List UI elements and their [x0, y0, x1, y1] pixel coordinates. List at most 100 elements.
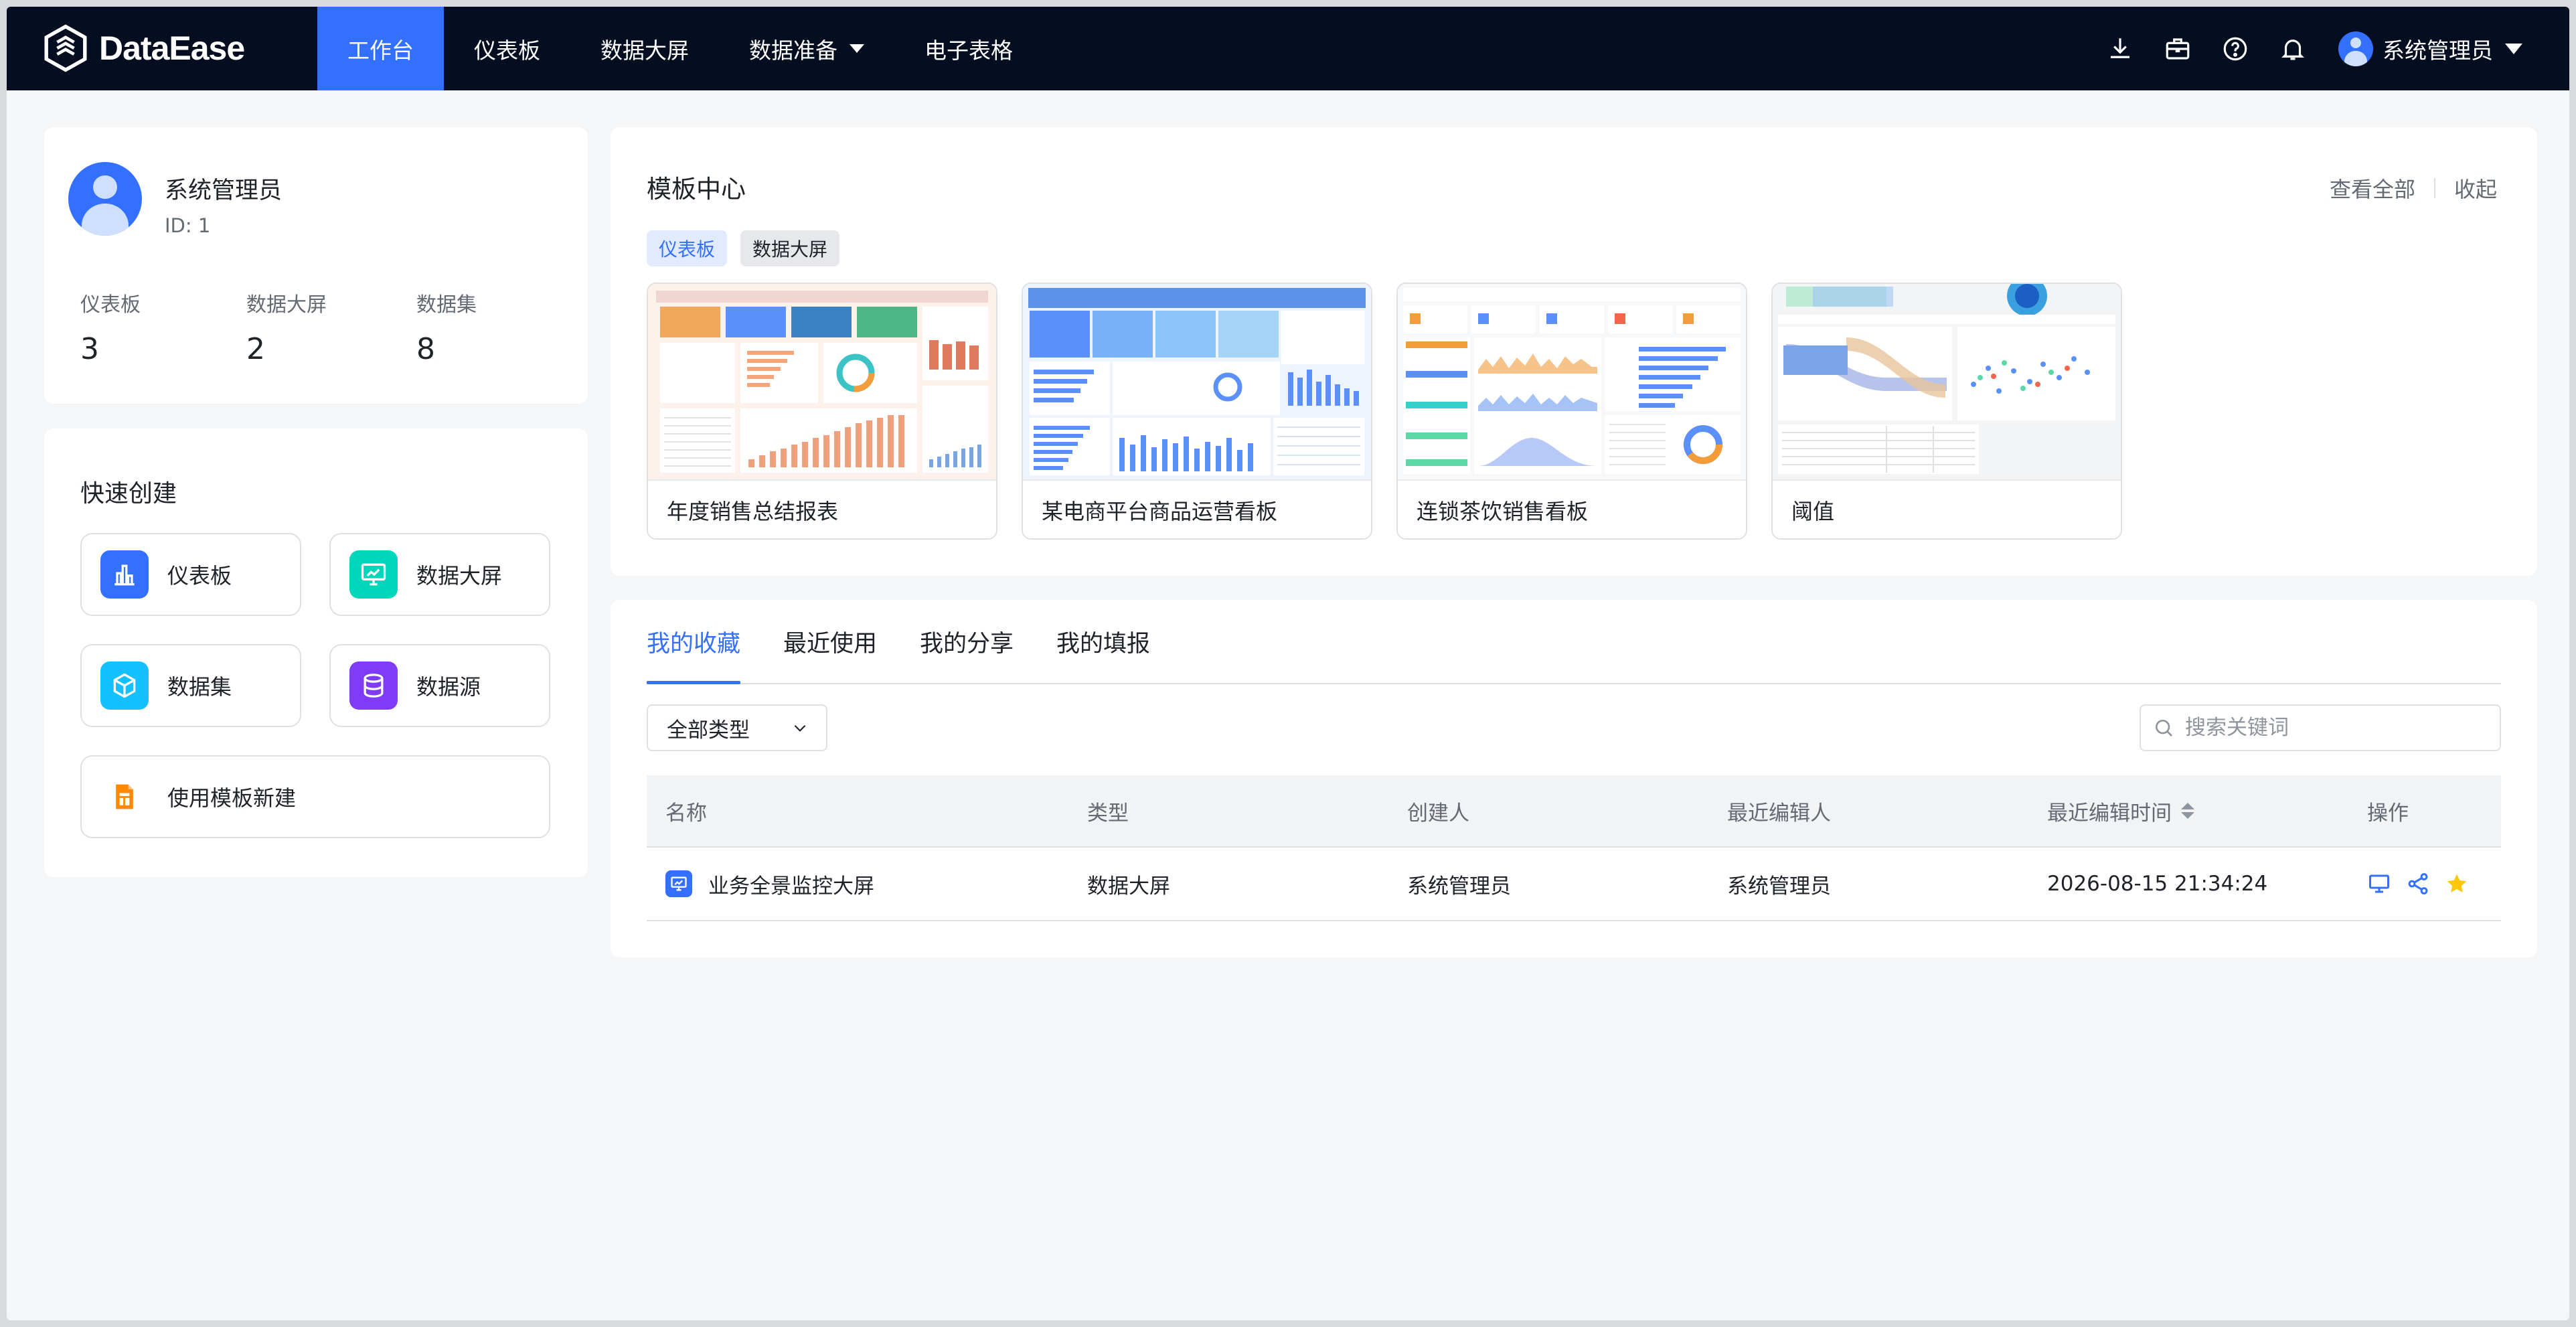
bell-icon[interactable]: [2277, 33, 2309, 65]
avatar: [68, 162, 142, 236]
table-header: 名称 类型 创建人 最近编辑人 最近编辑时间 操作: [647, 775, 2501, 848]
avatar: [2338, 31, 2373, 66]
caret-down-icon: [850, 44, 864, 53]
nav-workbench[interactable]: 工作台: [317, 7, 444, 90]
tab-favorites[interactable]: 我的收藏: [647, 600, 741, 684]
table-row[interactable]: 业务全景监控大屏 数据大屏 系统管理员 系统管理员 2026-08-15 21:…: [647, 848, 2501, 921]
quick-label: 使用模板新建: [167, 785, 297, 811]
stat-value: 8: [416, 332, 435, 366]
profile-name: 系统管理员: [165, 177, 283, 204]
template-actions: 查看全部 收起: [2330, 173, 2497, 204]
caret-down-icon: [2505, 43, 2522, 54]
quick-label: 数据大屏: [416, 563, 503, 589]
create-datasource-button[interactable]: 数据源: [329, 644, 550, 727]
template-tags: 仪表板 数据大屏: [647, 230, 853, 266]
template-list: 年度销售总结报表 某电商平台商品运营看板 连锁茶饮销售看板 阈值: [647, 283, 2146, 540]
tab-recent[interactable]: 最近使用: [783, 600, 877, 683]
type-filter-value: 全部类型: [667, 718, 750, 743]
template-card[interactable]: 年度销售总结报表: [647, 283, 997, 540]
create-from-template-button[interactable]: 使用模板新建: [80, 755, 550, 838]
template-name: 年度销售总结报表: [648, 479, 996, 538]
nav-label: 数据准备: [749, 37, 837, 64]
download-icon[interactable]: [2104, 33, 2136, 65]
column-header-editor: 最近编辑人: [1727, 801, 1831, 826]
stat-label: 数据大屏: [246, 293, 327, 317]
create-data-screen-button[interactable]: 数据大屏: [329, 533, 550, 616]
divider: [2433, 178, 2435, 198]
column-header-edit-time[interactable]: 最近编辑时间: [2028, 796, 2348, 826]
app-logo[interactable]: DataEase: [42, 24, 245, 72]
quick-label: 仪表板: [167, 563, 232, 589]
cell-actions: [2348, 872, 2501, 896]
row-name: 业务全景监控大屏: [708, 874, 874, 899]
tag-data-screen[interactable]: 数据大屏: [740, 230, 840, 266]
template-card[interactable]: 连锁茶饮销售看板: [1396, 283, 1747, 540]
nav-label: 仪表板: [474, 37, 540, 64]
template-card[interactable]: 某电商平台商品运营看板: [1022, 283, 1372, 540]
template-name: 阈值: [1773, 479, 2121, 538]
column-header-name: 名称: [665, 801, 707, 826]
nav-label: 数据大屏: [600, 37, 689, 64]
dataease-logo-icon: [44, 24, 87, 72]
favorites-tabs: 我的收藏 最近使用 我的分享 我的填报: [647, 600, 2501, 684]
column-header-creator: 创建人: [1407, 801, 1469, 826]
stat-label: 仪表板: [80, 293, 141, 317]
template-icon: [100, 773, 149, 821]
template-name: 连锁茶饮销售看板: [1398, 479, 1746, 538]
stat-label: 数据集: [416, 293, 477, 317]
help-icon[interactable]: [2219, 33, 2251, 65]
template-thumbnail: [1398, 284, 1746, 479]
stat-dataset: 数据集 8: [416, 288, 477, 366]
user-menu[interactable]: 系统管理员: [2338, 31, 2522, 66]
create-dashboard-button[interactable]: 仪表板: [80, 533, 301, 616]
template-center-title: 模板中心: [647, 175, 746, 204]
stat-data-screen: 数据大屏 2: [246, 288, 327, 366]
main-nav: 工作台 仪表板 数据大屏 数据准备 电子表格: [317, 7, 1043, 90]
template-card[interactable]: 阈值: [1771, 283, 2122, 540]
collapse-link[interactable]: 收起: [2454, 173, 2497, 204]
nav-right-tools: 系统管理员: [2079, 7, 2522, 90]
column-header-type: 类型: [1087, 801, 1129, 826]
stat-value: 2: [246, 332, 265, 366]
tab-my-shares[interactable]: 我的分享: [920, 600, 1014, 683]
column-header-actions: 操作: [2367, 801, 2409, 826]
sort-icon[interactable]: [2181, 803, 2194, 819]
tag-dashboard[interactable]: 仪表板: [647, 230, 728, 266]
toolbox-icon[interactable]: [2162, 33, 2194, 65]
cell-editor: 系统管理员: [1727, 874, 1831, 899]
tab-my-forms[interactable]: 我的填报: [1056, 600, 1150, 683]
template-thumbnail: [1023, 284, 1371, 479]
nav-spreadsheet[interactable]: 电子表格: [894, 7, 1043, 90]
favorites-card: 我的收藏 最近使用 我的分享 我的填报 全部类型 名称 类型 创建人 最近编辑人…: [611, 600, 2537, 957]
template-center-card: 模板中心 查看全部 收起 仪表板 数据大屏 年度销售总结报表 某电商平台商品运营…: [611, 127, 2537, 576]
quick-create-card: 快速创建 仪表板 数据大屏 数据集 数据源 使用模板新建: [44, 428, 588, 877]
stat-dashboard: 仪表板 3: [80, 288, 141, 366]
monitor-chart-icon: [349, 550, 398, 599]
quick-label: 数据源: [416, 674, 481, 700]
share-icon[interactable]: [2406, 872, 2430, 896]
nav-label: 电子表格: [924, 37, 1013, 64]
quick-create-title: 快速创建: [80, 480, 177, 508]
cell-type: 数据大屏: [1087, 874, 1170, 899]
cell-name[interactable]: 业务全景监控大屏: [647, 869, 1068, 899]
create-dataset-button[interactable]: 数据集: [80, 644, 301, 727]
search-input[interactable]: [2184, 715, 2481, 740]
nav-dashboard[interactable]: 仪表板: [444, 7, 570, 90]
logo-text: DataEase: [99, 29, 245, 67]
view-all-link[interactable]: 查看全部: [2330, 173, 2415, 204]
app-window: DataEase 工作台 仪表板 数据大屏 数据准备 电子表格 系统管理员 系统…: [7, 7, 2569, 1320]
template-name: 某电商平台商品运营看板: [1023, 479, 1371, 538]
template-thumbnail: [648, 284, 996, 479]
nav-data-prep[interactable]: 数据准备: [719, 7, 894, 90]
database-icon: [349, 661, 398, 710]
preview-icon[interactable]: [2367, 872, 2391, 896]
bar-chart-icon: [100, 550, 149, 599]
data-screen-icon: [665, 870, 692, 897]
type-filter-select[interactable]: 全部类型: [647, 704, 827, 751]
cube-icon: [100, 661, 149, 710]
nav-data-screen[interactable]: 数据大屏: [570, 7, 719, 90]
star-icon[interactable]: [2445, 872, 2469, 896]
nav-label: 工作台: [347, 37, 414, 64]
user-name: 系统管理员: [2383, 37, 2493, 64]
favorites-table: 名称 类型 创建人 最近编辑人 最近编辑时间 操作 业务全景监控大屏 数据大屏: [647, 775, 2501, 921]
